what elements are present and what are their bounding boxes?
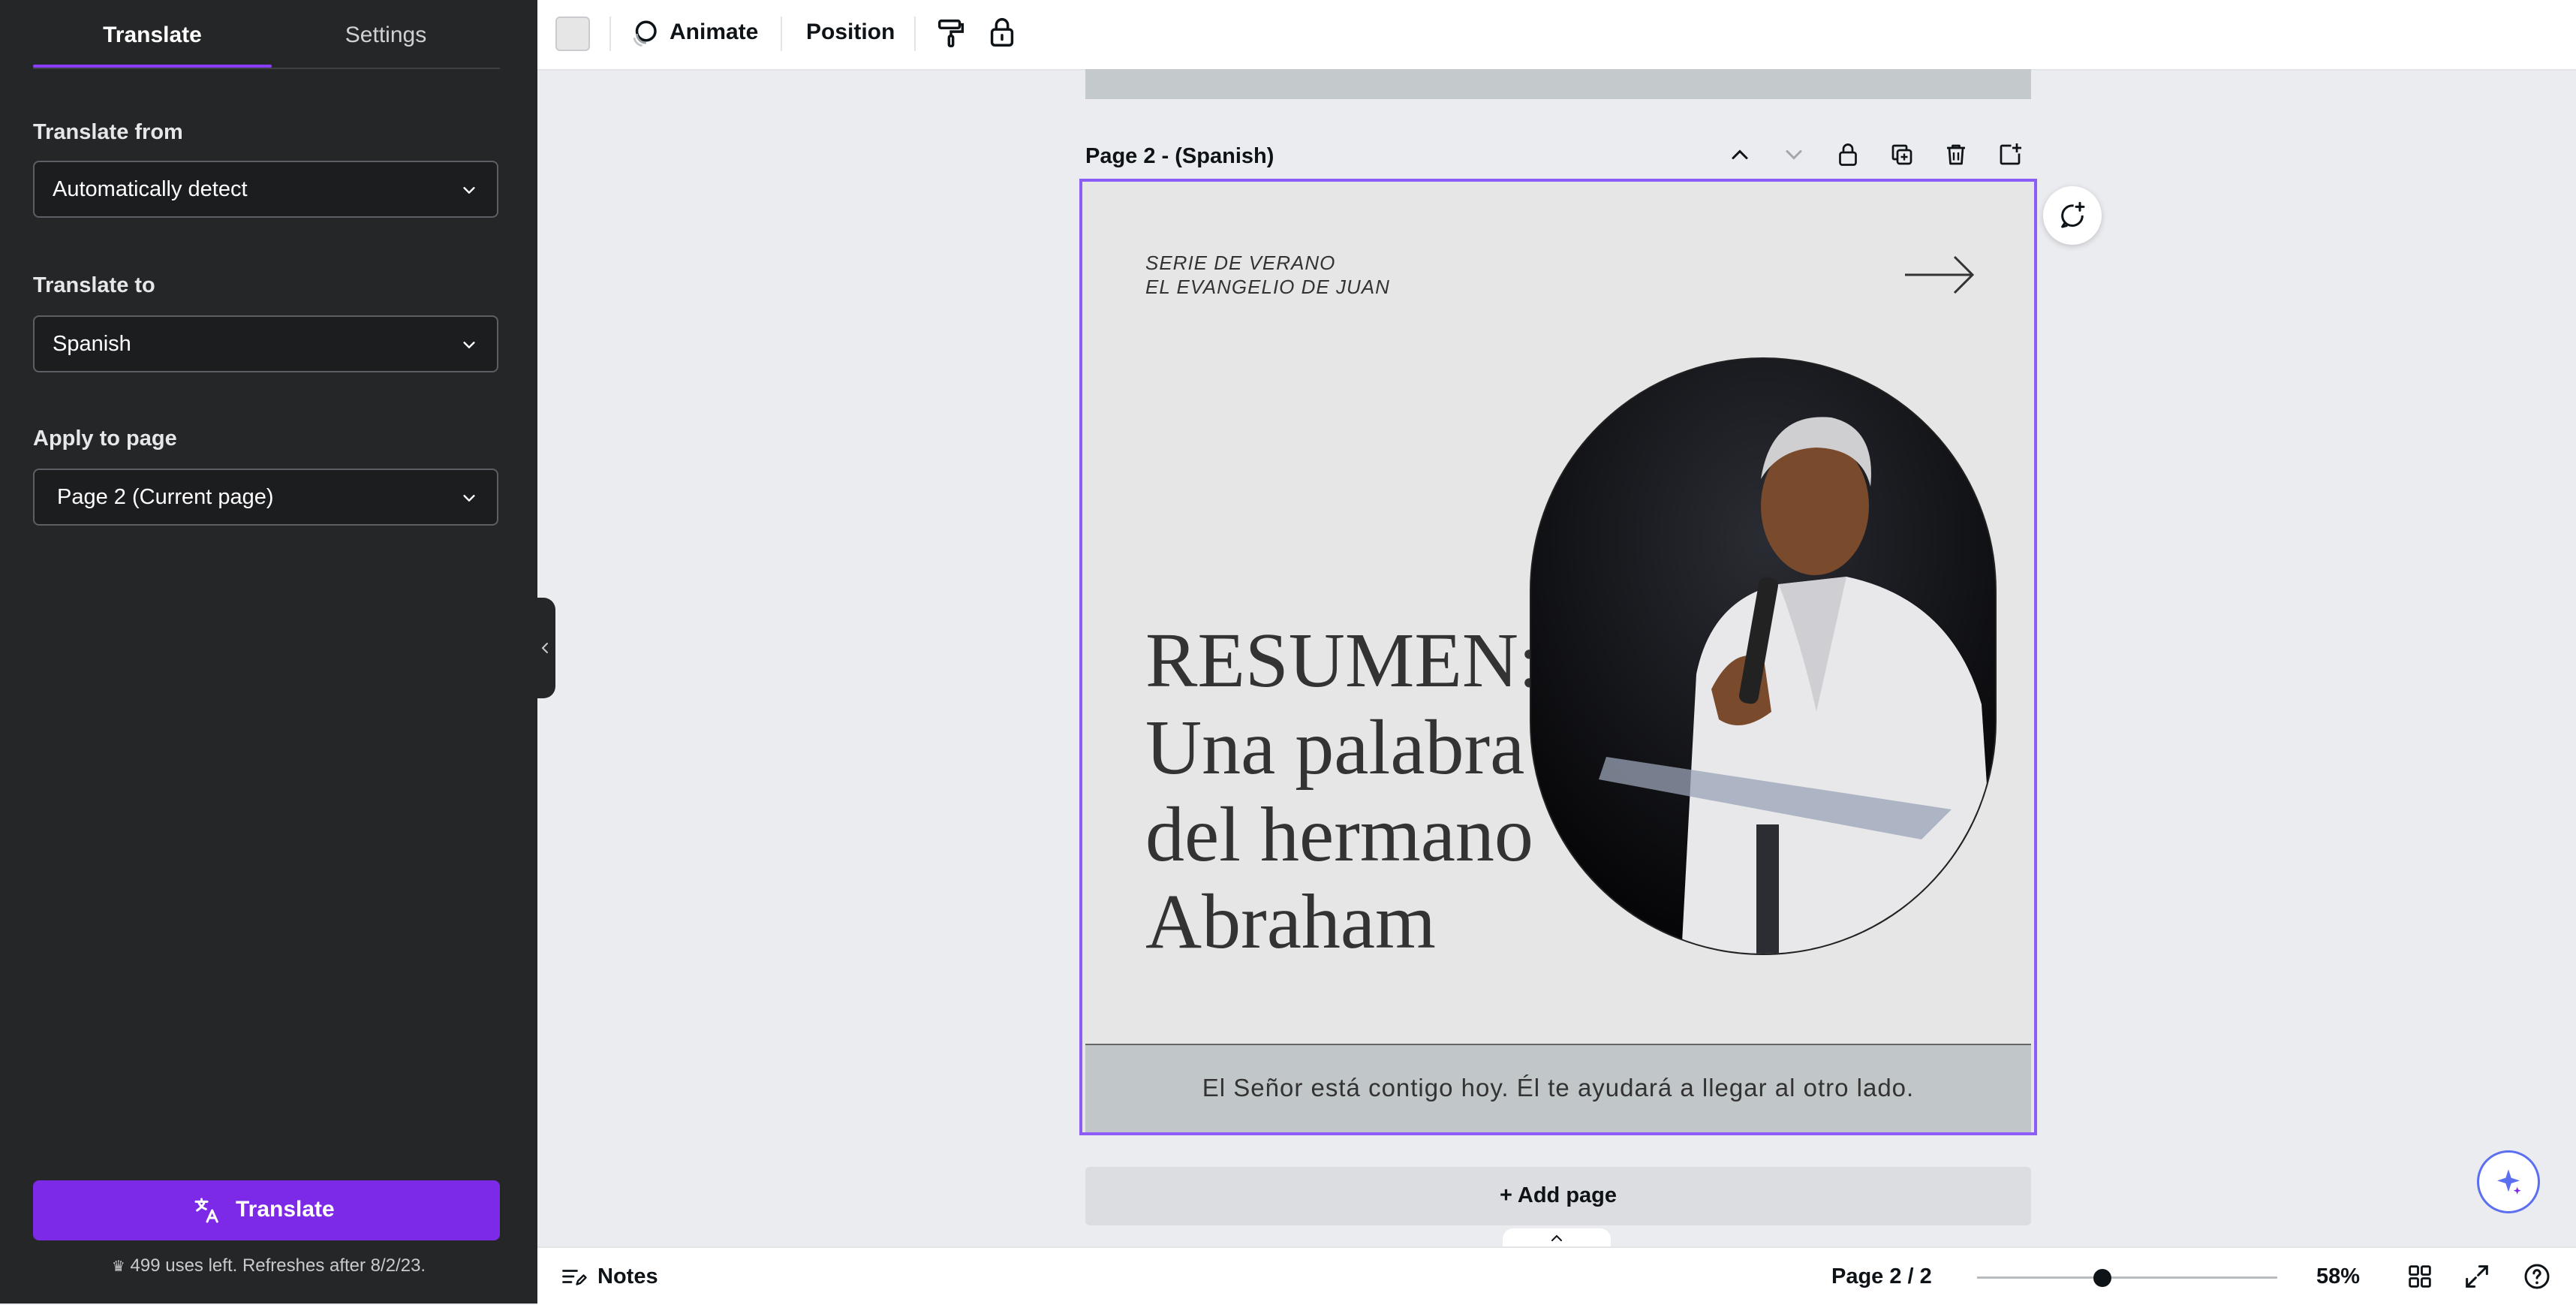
tab-translate[interactable]: Translate xyxy=(33,23,272,53)
translate-to-label: Translate to xyxy=(33,273,155,297)
show-pages-button[interactable] xyxy=(1503,1228,1611,1248)
caption-band[interactable]: El Señor está contigo hoy. Él te ayudará… xyxy=(1085,1044,2031,1132)
grid-view-icon[interactable] xyxy=(2405,1261,2435,1291)
editor-toolbar: Animate Position xyxy=(537,0,2576,71)
headline-line: Una palabra xyxy=(1145,704,1525,791)
toolbar-divider xyxy=(609,17,611,51)
add-page-label: + Add page xyxy=(1499,1183,1618,1207)
headline-line: del hermano xyxy=(1145,791,1533,878)
paint-roller-icon[interactable] xyxy=(934,17,968,51)
sparkle-icon xyxy=(2497,1169,2521,1195)
delete-page-icon[interactable] xyxy=(1943,141,1970,168)
translate-to-select[interactable]: Spanish xyxy=(33,315,498,372)
add-page-icon[interactable] xyxy=(1997,141,2024,168)
add-comment-button[interactable] xyxy=(2043,186,2102,245)
duplicate-page-icon[interactable] xyxy=(1888,141,1915,168)
tab-settings[interactable]: Settings xyxy=(272,23,500,53)
uses-left-label: 499 uses left. Refreshes after 8/2/23. xyxy=(130,1255,426,1276)
move-page-down-icon[interactable] xyxy=(1780,141,1807,168)
caption-text: El Señor está contigo hoy. Él te ayudará… xyxy=(1202,1074,1915,1102)
headline-line: RESUMEN: xyxy=(1145,617,1540,704)
headline-line: Abraham xyxy=(1145,879,1436,965)
translate-icon xyxy=(194,1198,218,1223)
series-line-2: EL EVANGELIO DE JUAN xyxy=(1145,276,1390,298)
uses-left-text: ♛ 499 uses left. Refreshes after 8/2/23. xyxy=(0,1255,537,1276)
previous-page-preview[interactable] xyxy=(1085,69,2031,99)
headline-text[interactable]: RESUMEN: Una palabra del hermano Abraham xyxy=(1145,617,1540,966)
background-color-swatch[interactable] xyxy=(555,17,590,51)
lock-page-icon[interactable] xyxy=(1834,141,1861,168)
speaker-photo[interactable] xyxy=(1530,357,1997,955)
translate-to-value: Spanish xyxy=(53,332,131,356)
position-button[interactable]: Position xyxy=(806,20,895,45)
comment-add-icon xyxy=(2061,201,2085,228)
notes-icon xyxy=(562,1270,587,1285)
translate-button[interactable]: Translate xyxy=(33,1180,500,1240)
zoom-slider[interactable] xyxy=(1977,1269,2277,1287)
crown-icon: ♛ xyxy=(111,1258,125,1275)
page-title: Page 2 - (Spanish) xyxy=(1085,144,1274,168)
help-icon[interactable] xyxy=(2522,1261,2552,1291)
animate-button[interactable]: Animate xyxy=(670,20,758,45)
toolbar-divider xyxy=(914,17,916,51)
fullscreen-icon[interactable] xyxy=(2462,1261,2492,1291)
apply-to-page-label: Apply to page xyxy=(33,426,177,451)
unlock-icon[interactable] xyxy=(985,15,1019,50)
bottom-bar: Notes Page 2 / 2 58% xyxy=(537,1246,2576,1305)
apply-to-page-select[interactable]: Page 2 (Current page) xyxy=(33,469,498,526)
series-title[interactable]: SERIE DE VERANO EL EVANGELIO DE JUAN xyxy=(1145,251,1390,299)
active-tab-indicator xyxy=(33,65,272,68)
chevron-left-icon xyxy=(541,643,548,653)
arrow-right-icon[interactable] xyxy=(1902,245,1977,305)
apply-to-page-value: Page 2 (Current page) xyxy=(57,485,274,509)
move-page-up-icon[interactable] xyxy=(1726,141,1753,168)
notes-button[interactable]: Notes xyxy=(597,1264,658,1289)
collapse-panel-button[interactable] xyxy=(534,598,555,698)
animate-icon xyxy=(633,20,657,47)
translate-from-label: Translate from xyxy=(33,120,183,144)
chevron-down-icon xyxy=(463,342,475,348)
zoom-slider-handle[interactable] xyxy=(2093,1269,2111,1287)
translate-panel: Translate Settings Translate from Automa… xyxy=(0,0,537,1303)
zoom-level[interactable]: 58% xyxy=(2316,1264,2360,1289)
toolbar-divider xyxy=(781,17,782,51)
chevron-down-icon xyxy=(463,495,475,502)
translate-button-label: Translate xyxy=(236,1197,335,1222)
page-count[interactable]: Page 2 / 2 xyxy=(1831,1264,1932,1289)
series-line-1: SERIE DE VERANO xyxy=(1145,252,1336,274)
add-page-button[interactable]: + Add page xyxy=(1085,1167,2031,1225)
magic-assistant-button[interactable] xyxy=(2477,1150,2540,1213)
speaker-image xyxy=(1531,359,1995,954)
chevron-down-icon xyxy=(463,187,475,194)
tab-divider xyxy=(33,68,500,69)
chevron-up-icon xyxy=(1551,1234,1562,1241)
design-page[interactable]: SERIE DE VERANO EL EVANGELIO DE JUAN RES… xyxy=(1079,179,2037,1135)
translate-from-select[interactable]: Automatically detect xyxy=(33,161,498,218)
translate-from-value: Automatically detect xyxy=(53,177,248,201)
